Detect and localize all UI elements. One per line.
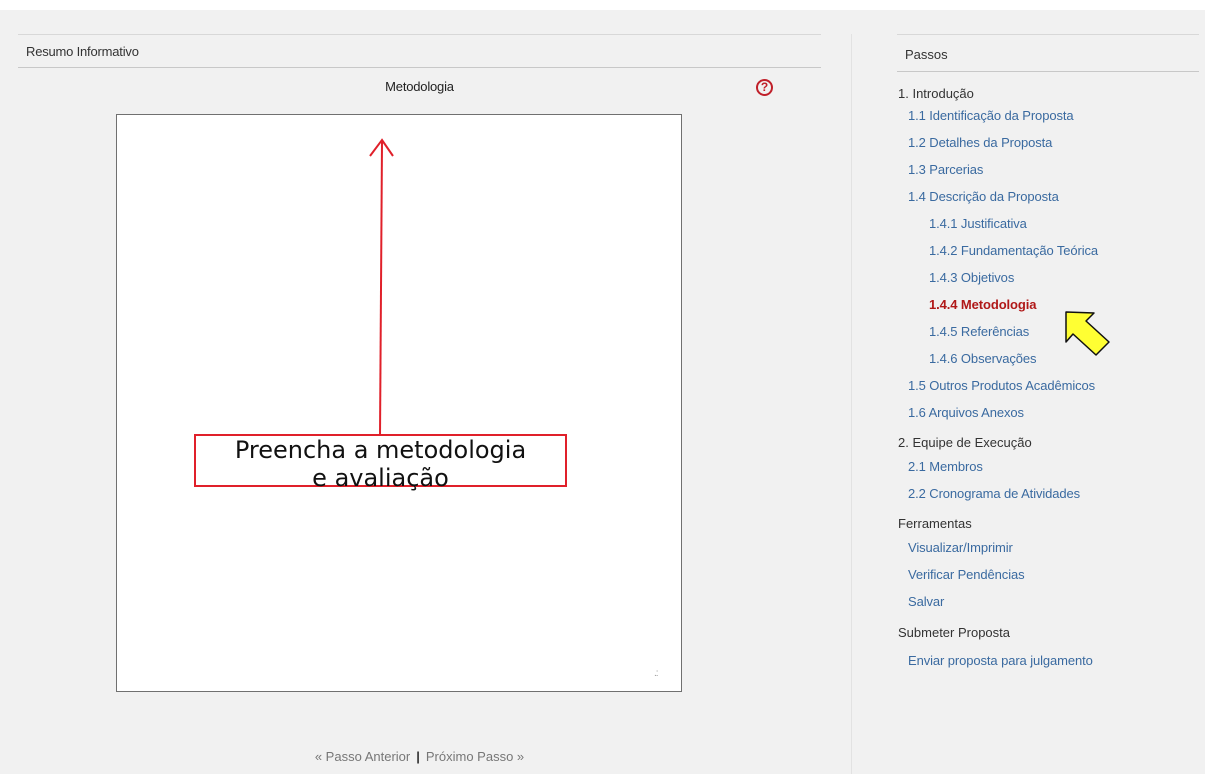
annotation-callout: Preencha a metodologia e avaliação bbox=[194, 434, 567, 492]
nav-item-fundamentacao[interactable]: 1.4.2 Fundamentação Teórica bbox=[929, 243, 1098, 258]
nav-item-salvar[interactable]: Salvar bbox=[908, 594, 944, 609]
next-step-link[interactable]: Próximo Passo » bbox=[426, 749, 524, 764]
nav-item-visualizar[interactable]: Visualizar/Imprimir bbox=[908, 540, 1013, 555]
arrow-up-icon bbox=[369, 138, 394, 436]
nav-item-outros-produtos[interactable]: 1.5 Outros Produtos Acadêmicos bbox=[908, 378, 1095, 393]
nav-item-membros[interactable]: 2.1 Membros bbox=[908, 459, 983, 474]
nav-item-cronograma[interactable]: 2.2 Cronograma de Atividades bbox=[908, 486, 1080, 501]
nav-item-identificacao[interactable]: 1.1 Identificação da Proposta bbox=[908, 108, 1074, 123]
section-title: Resumo Informativo bbox=[26, 44, 139, 59]
nav-item-objetivos[interactable]: 1.4.3 Objetivos bbox=[929, 270, 1014, 285]
nav-section-equipe: 2. Equipe de Execução bbox=[898, 435, 1032, 450]
nav-item-arquivos-anexos[interactable]: 1.6 Arquivos Anexos bbox=[908, 405, 1024, 420]
nav-item-observacoes[interactable]: 1.4.6 Observações bbox=[929, 351, 1037, 366]
callout-line-1: Preencha a metodologia bbox=[234, 436, 527, 464]
field-label-metodologia: Metodologia bbox=[385, 79, 454, 94]
previous-step-link[interactable]: « Passo Anterior bbox=[315, 749, 410, 764]
nav-item-parcerias[interactable]: 1.3 Parcerias bbox=[908, 162, 983, 177]
nav-item-verificar[interactable]: Verificar Pendências bbox=[908, 567, 1025, 582]
nav-item-metodologia[interactable]: 1.4.4 Metodologia bbox=[929, 297, 1036, 312]
callout-line-2: e avaliação bbox=[312, 464, 449, 492]
nav-item-referencias[interactable]: 1.4.5 Referências bbox=[929, 324, 1029, 339]
nav-section-ferramentas: Ferramentas bbox=[898, 516, 972, 531]
nav-section-submeter: Submeter Proposta bbox=[898, 625, 1011, 640]
nav-item-enviar[interactable]: Enviar proposta para julgamento bbox=[908, 653, 1093, 668]
section-header: Resumo Informativo bbox=[18, 34, 821, 68]
sidebar-title: Passos bbox=[905, 47, 948, 62]
step-pager: « Passo Anterior | Próximo Passo » bbox=[18, 749, 821, 764]
nav-item-detalhes[interactable]: 1.2 Detalhes da Proposta bbox=[908, 135, 1052, 150]
nav-section-introducao: 1. Introdução bbox=[898, 86, 974, 101]
nav-item-descricao[interactable]: 1.4 Descrição da Proposta bbox=[908, 189, 1059, 204]
sidebar-header: Passos bbox=[897, 34, 1199, 72]
resize-grip-icon[interactable]: .: bbox=[654, 668, 658, 679]
pager-separator: | bbox=[416, 749, 420, 764]
panel-divider bbox=[851, 34, 852, 774]
nav-item-justificativa[interactable]: 1.4.1 Justificativa bbox=[929, 216, 1027, 231]
pointer-arrow-icon bbox=[1065, 311, 1110, 356]
help-icon[interactable]: ? bbox=[756, 79, 773, 96]
top-bar bbox=[0, 0, 1205, 10]
